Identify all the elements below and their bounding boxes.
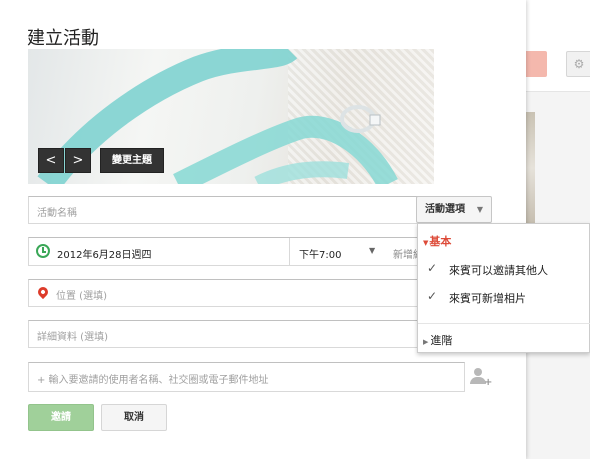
menu-item-label: 來賓可以邀請其他人 xyxy=(449,264,548,277)
time-dropdown-icon[interactable]: ▼ xyxy=(369,246,375,255)
prev-theme-button[interactable]: < xyxy=(38,148,64,173)
cancel-button[interactable]: 取消 xyxy=(101,404,167,431)
date-time-row: 2012年6月28日週四 下午7:00 ▼ 新增結 xyxy=(28,237,434,266)
location-placeholder: 位置 (選填) xyxy=(56,291,107,302)
event-options-menu: ▼基本 ✓ 來賓可以邀請其他人 ✓ 來賓可新增相片 ▶ 進階 xyxy=(417,223,590,353)
add-guest-icon-head xyxy=(474,368,482,376)
checkmark-icon: ✓ xyxy=(427,261,438,275)
time-picker[interactable]: 下午7:00 xyxy=(299,246,341,261)
add-guest-icon[interactable]: + xyxy=(470,368,493,388)
advanced-section-label: 進階 xyxy=(430,334,453,347)
theme-banner: < > 變更主題 xyxy=(28,49,434,184)
clock-icon xyxy=(36,244,50,258)
basic-section-label: 基本 xyxy=(429,235,452,248)
invite-placeholder: + 輸入要邀請的使用者名稱、社交圈或電子郵件地址 xyxy=(37,375,269,386)
invite-guests-input[interactable]: + 輸入要邀請的使用者名稱、社交圈或電子郵件地址 xyxy=(28,362,465,392)
triangle-down-icon: ▼ xyxy=(423,239,429,247)
change-theme-button[interactable]: 變更主題 xyxy=(100,148,164,173)
menu-divider xyxy=(418,323,590,324)
background-red-button xyxy=(523,51,547,77)
checkmark-icon: ✓ xyxy=(427,289,438,303)
date-time-divider xyxy=(289,238,290,265)
basic-section-header[interactable]: ▼基本 xyxy=(423,233,451,249)
background-settings-button: ⚙ xyxy=(566,51,590,77)
event-options-button[interactable]: 活動選項 ▼ xyxy=(416,196,492,223)
event-options-label: 活動選項 xyxy=(425,204,465,215)
location-pin-icon xyxy=(35,284,51,300)
date-picker[interactable]: 2012年6月28日週四 xyxy=(57,246,152,261)
details-placeholder: 詳細資料 (選填) xyxy=(37,332,108,343)
menu-item-guests-can-add-photos[interactable]: ✓ 來賓可新增相片 xyxy=(418,286,590,308)
next-theme-button[interactable]: > xyxy=(65,148,91,173)
event-name-input[interactable]: 活動名稱 xyxy=(28,196,434,224)
advanced-section-header[interactable]: ▶ 進階 xyxy=(423,332,452,348)
menu-item-guests-can-invite[interactable]: ✓ 來賓可以邀請其他人 xyxy=(418,258,590,280)
plus-icon: + xyxy=(484,377,493,388)
dialog-title: 建立活動 xyxy=(27,28,99,49)
triangle-right-icon: ▶ xyxy=(423,338,429,346)
menu-item-label: 來賓可新增相片 xyxy=(449,292,526,305)
location-input[interactable]: 位置 (選填) xyxy=(28,279,434,307)
details-input[interactable]: 詳細資料 (選填) xyxy=(28,320,434,348)
background-header: ⚙ xyxy=(523,0,590,92)
event-name-placeholder: 活動名稱 xyxy=(37,208,77,219)
chevron-down-icon: ▼ xyxy=(476,205,483,214)
invite-button[interactable]: 邀請 xyxy=(28,404,94,431)
